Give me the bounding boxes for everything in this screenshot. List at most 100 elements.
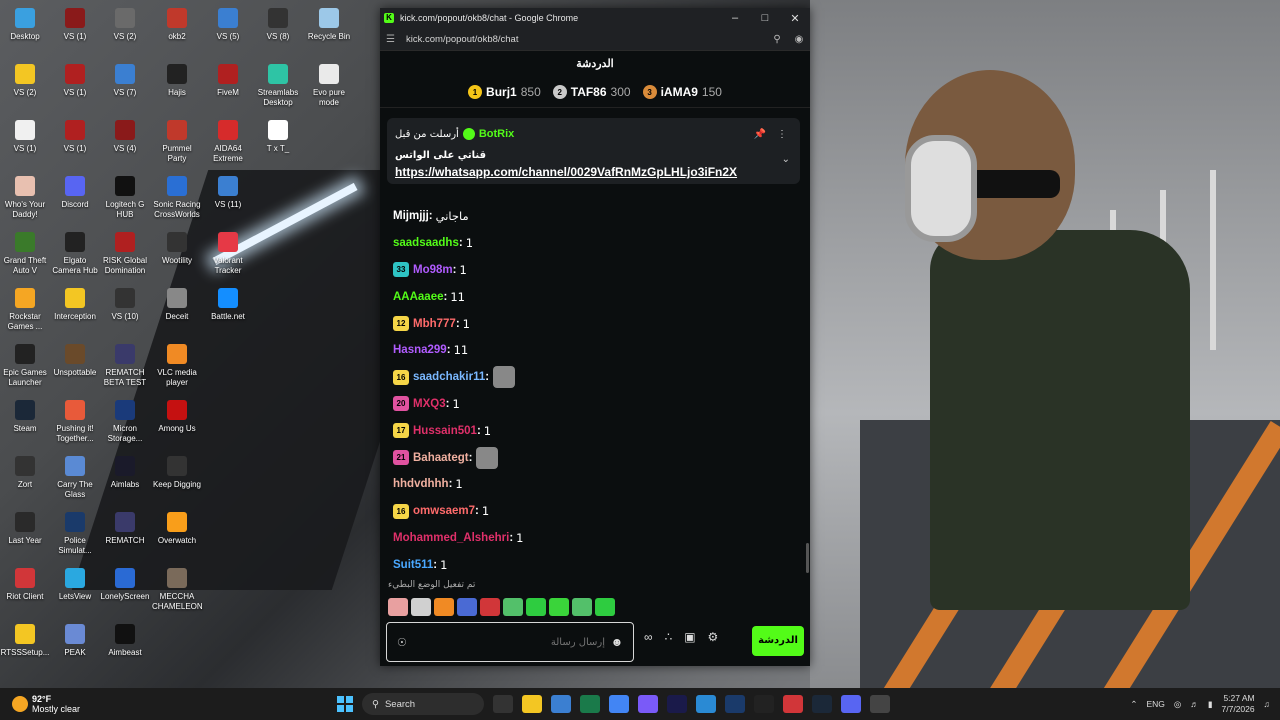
quick-emote-icon[interactable] <box>388 598 408 616</box>
desktop-shortcut[interactable]: okb2 <box>152 8 202 42</box>
desktop-shortcut[interactable]: VS (5) <box>203 8 253 42</box>
desktop-shortcut[interactable]: Aimbeast <box>100 624 150 658</box>
taskbar-app-icon[interactable] <box>725 695 745 713</box>
desktop-shortcut[interactable]: VS (2) <box>0 64 50 98</box>
desktop-shortcut[interactable]: Elgato Camera Hub <box>50 232 100 276</box>
desktop-shortcut[interactable]: REMATCH <box>100 512 150 546</box>
desktop-shortcut[interactable]: LonelyScreen <box>100 568 150 602</box>
battery-icon[interactable]: ▮ <box>1208 699 1213 710</box>
quick-emote-icon[interactable] <box>595 598 615 616</box>
taskbar-app-icon[interactable] <box>841 695 861 713</box>
desktop-shortcut[interactable]: Battle.net <box>203 288 253 322</box>
zoom-icon[interactable]: ⚲ <box>766 34 788 45</box>
desktop-shortcut[interactable]: Who's Your Daddy! <box>0 176 50 220</box>
desktop-shortcut[interactable]: Grand Theft Auto V <box>0 232 50 276</box>
pinned-author[interactable]: BotRix <box>479 128 514 140</box>
title-bar[interactable]: K kick.com/popout/okb8/chat - Google Chr… <box>380 8 810 28</box>
quick-emote-icon[interactable] <box>411 598 431 616</box>
taskbar-app-icon[interactable] <box>812 695 832 713</box>
desktop-shortcut[interactable]: Deceit <box>152 288 202 322</box>
quick-emote-icon[interactable] <box>549 598 569 616</box>
start-button[interactable] <box>337 696 353 712</box>
chat-message[interactable]: Hasna299:11 <box>393 337 793 364</box>
chat-message[interactable]: 20 MXQ3:1 <box>393 391 793 418</box>
leaderboard-entry[interactable]: 1 Burj1 850 <box>468 85 541 99</box>
desktop-shortcut[interactable]: Aimlabs <box>100 456 150 490</box>
taskbar-app-icon[interactable] <box>580 695 600 713</box>
desktop-shortcut[interactable]: Streamlabs Desktop <box>253 64 303 108</box>
eye-off-icon[interactable]: ◉ <box>788 34 810 45</box>
wifi-icon[interactable]: ◎ <box>1174 699 1181 710</box>
leaderboard-entry[interactable]: 2 TAF86 300 <box>552 85 631 99</box>
desktop-shortcut[interactable]: Interception <box>50 288 100 322</box>
desktop-shortcut[interactable]: VS (4) <box>100 120 150 154</box>
notification-bell-icon[interactable]: ♫ <box>1264 699 1270 709</box>
clock[interactable]: 5:27 AM 7/7/2026 <box>1222 693 1255 715</box>
desktop-shortcut[interactable]: Sonic Racing CrossWorlds <box>152 176 202 220</box>
maximize-icon[interactable]: □ <box>750 12 780 24</box>
shield-icon[interactable]: ☉ <box>397 636 415 649</box>
desktop-shortcut[interactable]: Wootility <box>152 232 202 266</box>
chat-message[interactable]: 33 Mo98m:1 <box>393 257 793 284</box>
desktop-shortcut[interactable]: Steam <box>0 400 50 434</box>
site-settings-icon[interactable]: ☰ <box>386 34 400 45</box>
desktop-shortcut[interactable]: VS (8) <box>253 8 303 42</box>
desktop-shortcut[interactable]: VS (10) <box>100 288 150 322</box>
chat-username[interactable]: Mijmjjj <box>393 210 429 222</box>
taskbar-search[interactable]: ⚲ Search <box>362 693 484 715</box>
chat-username[interactable]: Suit511 <box>393 559 433 571</box>
desktop-shortcut[interactable]: Rockstar Games ... <box>0 288 50 332</box>
desktop-shortcut[interactable]: T x T_ <box>253 120 303 154</box>
leaderboard-entry[interactable]: 3 iAMA9 150 <box>642 85 722 99</box>
chat-username[interactable]: omwsaem7 <box>413 505 475 517</box>
desktop-shortcut[interactable]: Riot Client <box>0 568 50 602</box>
chat-username[interactable]: Bahaategt <box>413 452 469 464</box>
scrollbar[interactable] <box>806 543 809 573</box>
desktop-shortcut[interactable]: Micron Storage... <box>100 400 150 444</box>
quick-emote-icon[interactable] <box>526 598 546 616</box>
chat-username[interactable]: hhdvdhhh <box>393 478 449 490</box>
quick-emote-icon[interactable] <box>480 598 500 616</box>
desktop-shortcut[interactable]: Carry The Glass <box>50 456 100 500</box>
chat-username[interactable]: Hussain501 <box>413 425 477 437</box>
chat-message[interactable]: saadsaadhs:1 <box>393 230 793 257</box>
taskbar-app-icon[interactable] <box>667 695 687 713</box>
desktop-shortcut[interactable]: VS (1) <box>50 64 100 98</box>
chat-username[interactable]: Mo98m <box>413 264 453 276</box>
taskbar-app-icon[interactable] <box>754 695 774 713</box>
desktop-shortcut[interactable]: VLC media player <box>152 344 202 388</box>
url-text[interactable]: kick.com/popout/okb8/chat <box>406 34 766 45</box>
chat-message[interactable]: hhdvdhhh:1 <box>393 471 793 498</box>
desktop-shortcut[interactable]: REMATCH BETA TEST <box>100 344 150 388</box>
desktop-shortcut[interactable]: VS (11) <box>203 176 253 210</box>
more-options-icon[interactable]: ⋮ <box>772 129 792 140</box>
taskbar-app-icon[interactable] <box>551 695 571 713</box>
desktop-shortcut[interactable]: VS (7) <box>100 64 150 98</box>
close-icon[interactable]: ✕ <box>780 12 810 25</box>
desktop-shortcut[interactable]: MECCHA CHAMELEON <box>152 568 203 612</box>
desktop-shortcut[interactable]: Last Year <box>0 512 50 546</box>
pin-icon[interactable]: 📌 <box>748 129 772 140</box>
pinned-link[interactable]: https://whatsapp.com/channel/0029VafRnMz… <box>395 165 737 179</box>
chat-message[interactable]: 21 Bahaategt: <box>393 444 793 471</box>
desktop-shortcut[interactable]: Logitech G HUB <box>100 176 150 220</box>
chat-message[interactable]: Suit511:1 <box>393 551 793 578</box>
taskbar-app-icon[interactable] <box>783 695 803 713</box>
taskbar-app-icon[interactable] <box>696 695 716 713</box>
chat-username[interactable]: saadchakir11 <box>413 371 485 383</box>
chat-username[interactable]: saadsaadhs <box>393 237 459 249</box>
chat-message[interactable]: 17 Hussain501:1 <box>393 417 793 444</box>
chat-input[interactable] <box>415 635 607 649</box>
quick-emote-icon[interactable] <box>457 598 477 616</box>
chevron-down-icon[interactable]: ⌄ <box>782 154 790 165</box>
desktop-shortcut[interactable]: Pushing it! Together... <box>50 400 100 444</box>
infinity-icon[interactable]: ∞ <box>644 630 653 644</box>
taskbar-app-icon[interactable] <box>522 695 542 713</box>
taskbar-app-icon[interactable] <box>609 695 629 713</box>
desktop-shortcut[interactable]: Pummel Party <box>152 120 202 164</box>
desktop-shortcut[interactable]: RTSSSetup... <box>0 624 50 658</box>
chat-username[interactable]: Mohammed_Alshehri <box>393 532 509 544</box>
minimize-icon[interactable]: – <box>720 12 750 24</box>
chat-message[interactable]: AAAaaee:11 <box>393 283 793 310</box>
chat-message[interactable]: 12 Mbh777:1 <box>393 310 793 337</box>
